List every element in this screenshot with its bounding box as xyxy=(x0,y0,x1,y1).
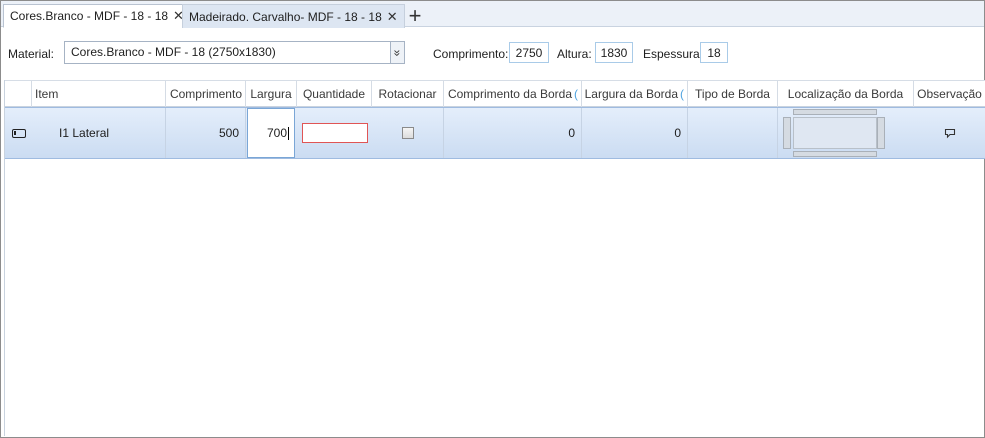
column-header-localizacao-borda[interactable]: Localização da Borda xyxy=(778,81,914,107)
tab-cores-branco[interactable]: Cores.Branco - MDF - 18 - 18 ✕ xyxy=(3,4,191,28)
cell-comprimento-borda[interactable]: 0 xyxy=(444,108,582,158)
column-header-comprimento[interactable]: Comprimento xyxy=(166,81,246,107)
row-indicator[interactable] xyxy=(5,108,32,158)
material-label: Material: xyxy=(8,47,55,61)
column-header-item[interactable]: Item xyxy=(32,81,166,107)
espessura-label: Espessura: xyxy=(643,47,704,61)
column-header-largura[interactable]: Largura xyxy=(246,81,297,107)
cell-comprimento[interactable]: 500 xyxy=(166,108,246,158)
row-selector-icon xyxy=(11,128,26,138)
add-tab-icon[interactable]: + xyxy=(404,5,426,27)
tab-madeirado-carvalho[interactable]: Madeirado. Carvalho- MDF - 18 - 18 ✕ xyxy=(182,4,405,28)
column-header-quantidade[interactable]: Quantidade xyxy=(297,81,372,107)
column-header-comprimento-borda[interactable]: Comprimento da Borda( xyxy=(444,81,582,107)
material-select[interactable]: Cores.Branco - MDF - 18 (2750x1830) xyxy=(64,41,392,64)
border-location-picker[interactable] xyxy=(781,108,913,158)
border-bottom-toggle[interactable] xyxy=(793,151,877,157)
column-header-tipo-borda[interactable]: Tipo de Borda xyxy=(688,81,778,107)
column-header-largura-borda[interactable]: Largura da Borda( xyxy=(582,81,688,107)
border-right-toggle[interactable] xyxy=(877,117,885,149)
chevron-down-icon[interactable]: » xyxy=(390,41,405,64)
largura-edit-input[interactable]: 700 xyxy=(247,108,295,158)
rotacionar-checkbox[interactable] xyxy=(401,127,414,139)
pieces-grid: Item Comprimento Largura Quantidade Rota… xyxy=(4,80,985,436)
column-header-info-glyph: ( xyxy=(680,87,684,101)
altura-field[interactable]: 1830 xyxy=(595,42,633,63)
altura-label: Altura: xyxy=(557,47,592,61)
quantidade-input[interactable] xyxy=(302,123,368,143)
border-top-toggle[interactable] xyxy=(793,109,877,115)
comment-icon[interactable] xyxy=(944,128,956,139)
border-left-toggle[interactable] xyxy=(783,117,791,149)
table-row[interactable]: I1 Lateral 500 700 0 0 xyxy=(5,107,985,159)
cell-rotacionar[interactable] xyxy=(372,108,444,158)
tab-label: Madeirado. Carvalho- MDF - 18 - 18 xyxy=(189,9,382,24)
piece-outline xyxy=(793,117,877,149)
column-header-label: Comprimento da Borda xyxy=(447,87,572,101)
comprimento-field[interactable]: 2750 xyxy=(509,42,549,63)
comprimento-label: Comprimento: xyxy=(433,47,509,61)
cell-largura-borda[interactable]: 0 xyxy=(582,108,688,158)
tab-strip: Cores.Branco - MDF - 18 - 18 ✕ Madeirado… xyxy=(1,1,984,28)
close-icon[interactable]: ✕ xyxy=(387,10,398,23)
column-header-observacao[interactable]: Observação xyxy=(914,81,985,107)
cell-item[interactable]: I1 Lateral xyxy=(32,108,166,158)
column-header-rotacionar[interactable]: Rotacionar xyxy=(372,81,444,107)
largura-edit-value: 700 xyxy=(266,126,287,140)
row-indicator-header xyxy=(5,81,32,107)
tab-label: Cores.Branco - MDF - 18 - 18 xyxy=(10,9,169,23)
dropdown-glyph: » xyxy=(390,49,405,56)
column-header-label: Largura da Borda xyxy=(584,87,678,101)
cell-tipo-borda[interactable] xyxy=(688,108,778,158)
text-cursor xyxy=(288,126,289,140)
espessura-field[interactable]: 18 xyxy=(700,42,728,63)
grid-header: Item Comprimento Largura Quantidade Rota… xyxy=(5,80,985,107)
column-header-info-glyph: ( xyxy=(574,87,578,101)
material-toolbar: Material: Cores.Branco - MDF - 18 (2750x… xyxy=(1,28,984,78)
cell-observacao[interactable] xyxy=(914,108,985,158)
